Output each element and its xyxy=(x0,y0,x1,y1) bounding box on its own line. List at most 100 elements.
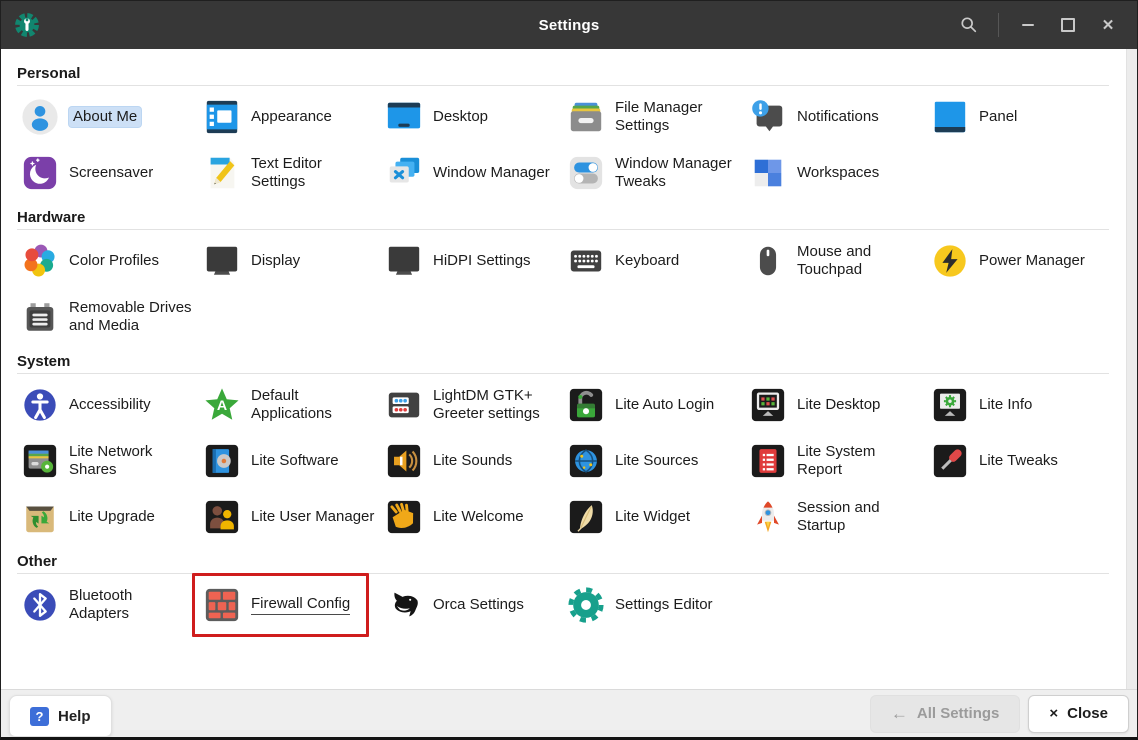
settings-item-workspaces[interactable]: Workspaces xyxy=(745,145,927,201)
settings-item-lite-system-report[interactable]: Lite System Report xyxy=(745,433,927,489)
accessibility-icon xyxy=(21,386,59,424)
close-button[interactable]: × Close xyxy=(1028,694,1129,733)
help-button[interactable]: ? Help xyxy=(9,695,112,737)
item-label: Lite Auto Login xyxy=(615,396,715,413)
power-manager-icon xyxy=(931,242,969,280)
settings-item-notifications[interactable]: Notifications xyxy=(745,89,927,145)
screensaver-icon xyxy=(21,154,59,192)
item-label: Power Manager xyxy=(979,252,1085,269)
lite-upgrade-icon xyxy=(21,498,59,536)
settings-item-desktop[interactable]: Desktop xyxy=(381,89,563,145)
settings-item-lightdm-gtk-greeter-settings[interactable]: LightDM GTK+ Greeter settings xyxy=(381,377,563,433)
hidpi-icon xyxy=(385,242,423,280)
item-label: Lite Network Shares xyxy=(69,443,153,478)
item-label: Lite Welcome xyxy=(433,508,524,525)
settings-item-power-manager[interactable]: Power Manager xyxy=(927,233,1109,289)
default-apps-icon: A xyxy=(203,386,241,424)
settings-item-hidpi-settings[interactable]: HiDPI Settings xyxy=(381,233,563,289)
section-grid: About Me Appearance Desktop File Manager Se… xyxy=(17,89,1109,201)
item-label: Orca Settings xyxy=(433,596,524,613)
lite-widget-icon xyxy=(567,498,605,536)
section-divider xyxy=(17,373,1109,374)
titlebar: Settings ✕ xyxy=(1,1,1137,49)
help-icon: ? xyxy=(30,706,49,726)
section-system: System Accessibility A Default Applications… xyxy=(17,353,1109,545)
section-grid: Color Profiles Display HiDPI Settings Keybo… xyxy=(17,233,1109,345)
settings-item-lite-auto-login[interactable]: Lite Auto Login xyxy=(563,377,745,433)
notifications-icon xyxy=(749,98,787,136)
settings-item-appearance[interactable]: Appearance xyxy=(199,89,381,145)
settings-item-lite-info[interactable]: Lite Info xyxy=(927,377,1109,433)
settings-item-lite-sources[interactable]: Lite Sources xyxy=(563,433,745,489)
settings-item-lite-widget[interactable]: Lite Widget xyxy=(563,489,745,545)
lite-sounds-icon xyxy=(385,442,423,480)
settings-item-about-me[interactable]: About Me xyxy=(17,89,199,145)
item-label: Lite Info xyxy=(979,396,1033,413)
mouse-icon xyxy=(749,242,787,280)
section-grid: Bluetooth Adapters Firewall Config Orca Se… xyxy=(17,573,1109,637)
settings-item-lite-software[interactable]: Lite Software xyxy=(199,433,381,489)
settings-item-text-editor-settings[interactable]: Text Editor Settings xyxy=(199,145,381,201)
section-personal: Personal About Me Appearance Desktop File Ma… xyxy=(17,65,1109,201)
settings-item-color-profiles[interactable]: Color Profiles xyxy=(17,233,199,289)
section-heading: Personal xyxy=(17,65,81,82)
item-label: File Manager Settings xyxy=(615,99,703,134)
lite-software-icon xyxy=(203,442,241,480)
settings-item-window-manager[interactable]: Window Manager xyxy=(381,145,563,201)
settings-item-file-manager-settings[interactable]: File Manager Settings xyxy=(563,89,745,145)
settings-item-bluetooth-adapters[interactable]: Bluetooth Adapters xyxy=(17,577,199,633)
settings-item-session-and-startup[interactable]: Session and Startup xyxy=(745,489,927,545)
settings-item-display[interactable]: Display xyxy=(199,233,381,289)
settings-item-default-applications[interactable]: A Default Applications xyxy=(199,377,381,433)
settings-item-lite-welcome[interactable]: Lite Welcome xyxy=(381,489,563,545)
lite-info-icon xyxy=(931,386,969,424)
close-x-icon: × xyxy=(1049,705,1059,722)
settings-item-lite-upgrade[interactable]: Lite Upgrade xyxy=(17,489,199,545)
lite-sources-icon xyxy=(567,442,605,480)
settings-item-lite-desktop[interactable]: Lite Desktop xyxy=(745,377,927,433)
titlebar-controls: ✕ xyxy=(952,10,1137,40)
settings-item-lite-user-manager[interactable]: Lite User Manager xyxy=(199,489,381,545)
settings-item-accessibility[interactable]: Accessibility xyxy=(17,377,199,433)
item-label: Lite System Report xyxy=(797,443,876,478)
section-divider xyxy=(17,573,1109,574)
section-heading: Hardware xyxy=(17,209,86,226)
settings-item-mouse-and-touchpad[interactable]: Mouse and Touchpad xyxy=(745,233,927,289)
display-icon xyxy=(203,242,241,280)
lite-tweaks-icon xyxy=(931,442,969,480)
item-label: Bluetooth Adapters xyxy=(69,587,133,622)
settings-item-lite-network-shares[interactable]: Lite Network Shares xyxy=(17,433,199,489)
all-settings-label: All Settings xyxy=(916,705,1000,722)
settings-item-screensaver[interactable]: Screensaver xyxy=(17,145,199,201)
search-icon[interactable] xyxy=(952,10,986,40)
wm-tweaks-icon xyxy=(567,154,605,192)
workspaces-icon xyxy=(749,154,787,192)
orca-icon xyxy=(385,586,423,624)
section-heading: System xyxy=(17,353,71,370)
item-label: Lite Software xyxy=(251,452,339,469)
item-label: Mouse and Touchpad xyxy=(797,243,872,278)
settings-item-lite-sounds[interactable]: Lite Sounds xyxy=(381,433,563,489)
minimize-icon[interactable] xyxy=(1011,10,1045,40)
item-label: Window Manager Tweaks xyxy=(615,155,732,190)
settings-item-orca-settings[interactable]: Orca Settings xyxy=(381,577,563,633)
all-settings-button[interactable]: ← All Settings xyxy=(869,694,1021,733)
maximize-icon[interactable] xyxy=(1051,10,1085,40)
scrollbar[interactable] xyxy=(1126,49,1137,689)
settings-item-removable-drives-and-media[interactable]: Removable Drives and Media xyxy=(17,289,199,345)
close-icon[interactable]: ✕ xyxy=(1091,10,1125,40)
window-manager-icon xyxy=(385,154,423,192)
settings-item-settings-editor[interactable]: Settings Editor xyxy=(563,577,745,633)
settings-item-window-manager-tweaks[interactable]: Window Manager Tweaks xyxy=(563,145,745,201)
back-arrow-icon: ← xyxy=(890,703,908,723)
settings-item-lite-tweaks[interactable]: Lite Tweaks xyxy=(927,433,1109,489)
settings-item-panel[interactable]: Panel xyxy=(927,89,1109,145)
panel-icon xyxy=(931,98,969,136)
keyboard-icon xyxy=(567,242,605,280)
item-label: Lite Sources xyxy=(615,452,699,469)
item-label: Window Manager xyxy=(433,164,550,181)
settings-item-firewall-config[interactable]: Firewall Config xyxy=(192,573,381,637)
settings-window: Settings ✕ Personal About Me Appearance Des… xyxy=(0,0,1138,740)
footer-bar: ? Help ← All Settings × Close xyxy=(1,689,1137,737)
settings-item-keyboard[interactable]: Keyboard xyxy=(563,233,745,289)
